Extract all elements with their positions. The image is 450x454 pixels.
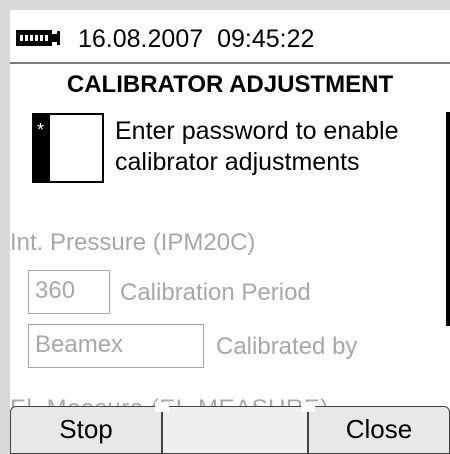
scrollbar[interactable] (446, 112, 450, 326)
password-prompt: Enter password to enable calibrator adju… (115, 117, 399, 176)
softkey-middle-button[interactable] (162, 406, 308, 454)
calibrated-by-field: Beamex (28, 324, 204, 368)
calibration-period-label: Calibration Period (120, 279, 311, 306)
softkey-divider (301, 402, 315, 412)
status-bar: 16.08.2007 09:45:22 (10, 10, 450, 64)
calibrator-screen: 16.08.2007 09:45:22 CALIBRATOR ADJUSTMENT… (10, 10, 450, 454)
module-label: Int. Pressure (IPM20C) (10, 229, 256, 256)
softkey-divider (155, 402, 169, 412)
close-button[interactable]: Close (308, 406, 450, 454)
password-mask: * (37, 120, 45, 140)
page-title: CALIBRATOR ADJUSTMENT (66, 71, 394, 98)
battery-charging-icon (16, 30, 62, 48)
calibration-period-field: 360 (28, 270, 110, 314)
calibrated-by-label: Calibrated by (216, 333, 358, 360)
stop-button[interactable]: Stop (10, 406, 162, 454)
time-text: 09:45:22 (217, 25, 315, 53)
password-input[interactable]: * (32, 113, 104, 183)
date-text: 16.08.2007 (78, 25, 204, 53)
date-time: 16.08.2007 09:45:22 (78, 24, 314, 54)
